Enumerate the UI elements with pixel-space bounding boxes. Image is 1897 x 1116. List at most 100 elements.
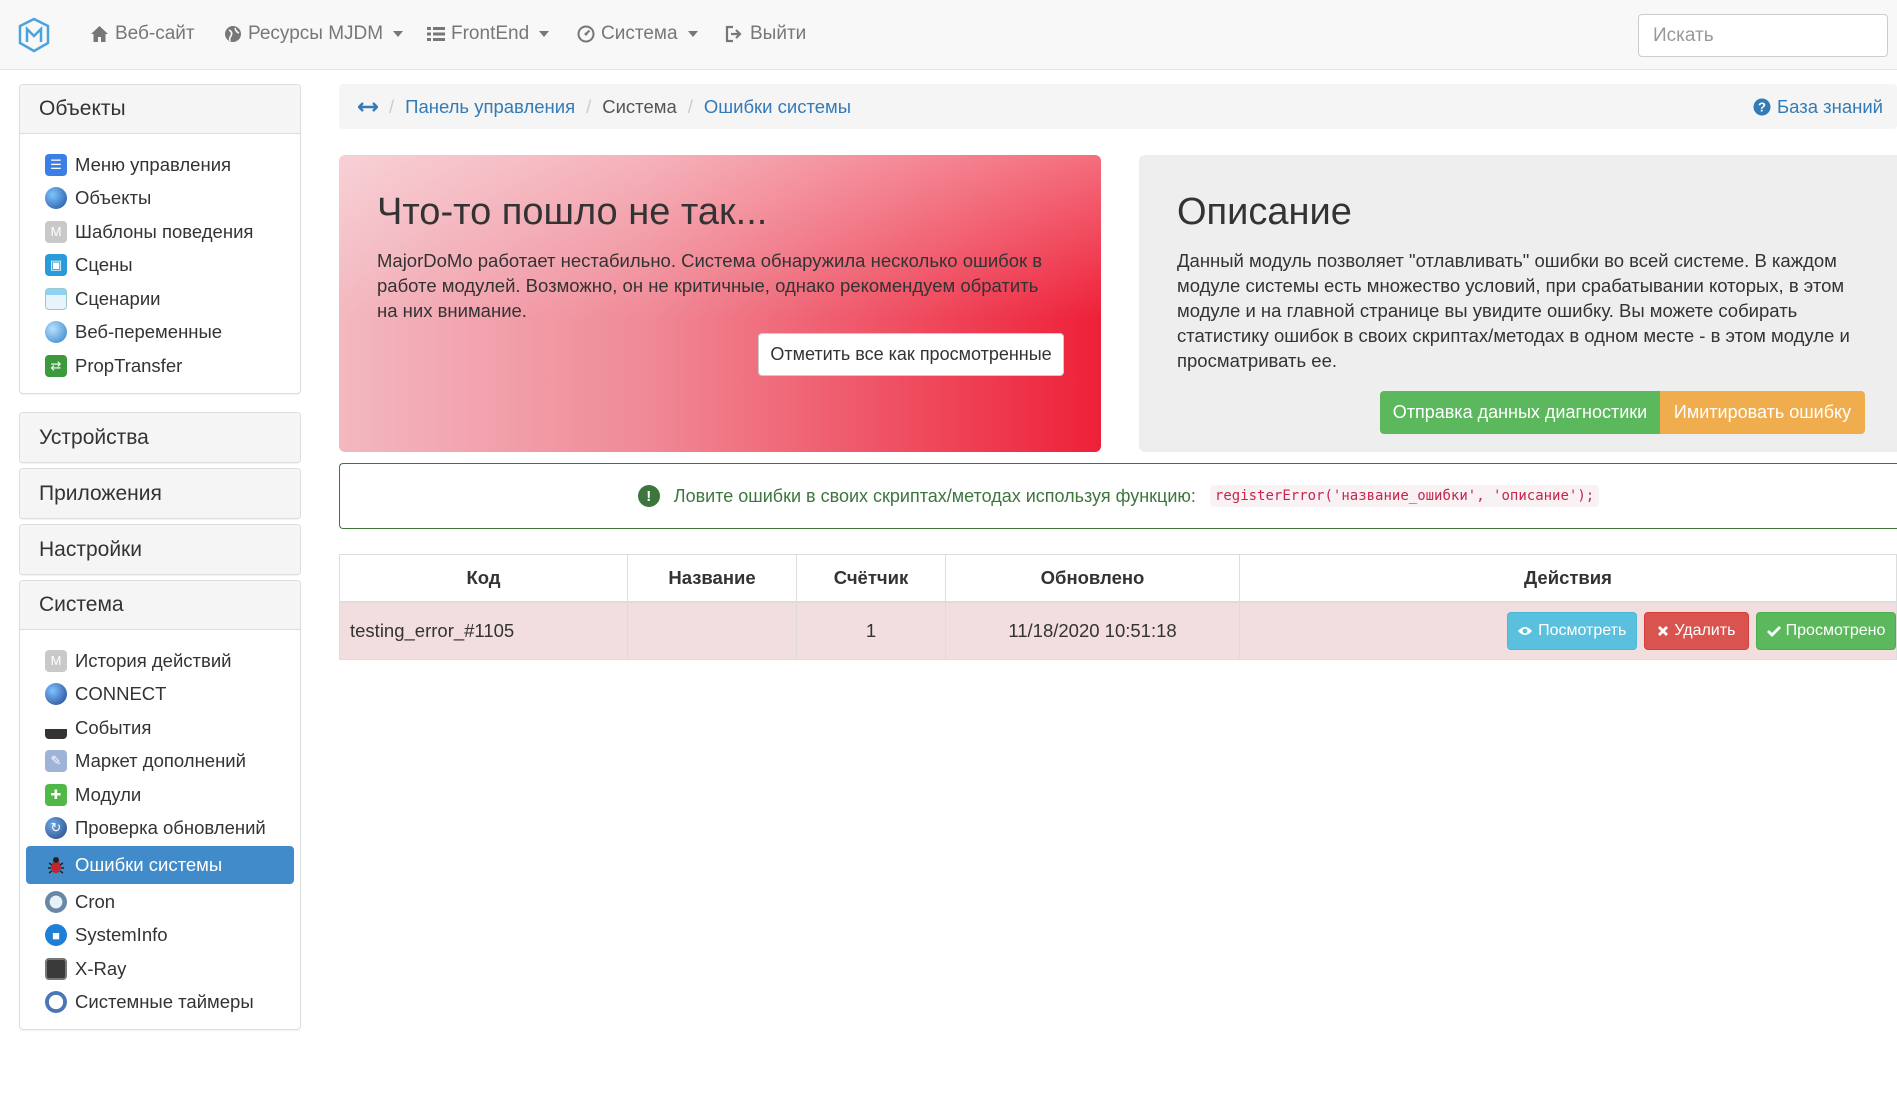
transfer-icon: ⇄ xyxy=(45,354,67,377)
scenes-icon: ▣ xyxy=(45,254,67,277)
sidebar-item-label: Системные таймеры xyxy=(75,991,254,1013)
simulate-error-button[interactable]: Имитировать ошибку xyxy=(1660,391,1865,434)
nav-resources[interactable]: Ресурсы MJDM xyxy=(224,21,404,47)
sidebar-item-scenarios[interactable]: Сценарии xyxy=(26,282,294,316)
sidebar-item-label: Веб-переменные xyxy=(75,321,223,343)
sidebar-item-update-check[interactable]: ↻ Проверка обновлений xyxy=(26,812,294,846)
error-title: Что-то пошло не так... xyxy=(377,191,768,233)
knowledge-base-label: База знаний xyxy=(1776,96,1883,117)
column-header-updated: Обновлено xyxy=(945,554,1240,603)
sidebar-item-systeminfo[interactable]: ■ SystemInfo xyxy=(26,919,294,953)
chevron-down-icon xyxy=(539,31,550,37)
mark-all-seen-button[interactable]: Отметить все как просмотренные xyxy=(758,333,1064,376)
nav-website-label: Веб-сайт xyxy=(115,23,195,44)
sidebar-item-label: Cron xyxy=(75,890,116,912)
knowledge-base-link[interactable]: ? База знаний xyxy=(1753,96,1883,118)
majordomo-logo-icon[interactable] xyxy=(18,17,50,53)
nav-resources-label: Ресурсы MJDM xyxy=(248,23,384,44)
list-icon xyxy=(427,27,445,41)
sidebar-item-label: CONNECT xyxy=(75,683,167,705)
delete-button[interactable]: Удалить xyxy=(1643,611,1749,650)
sidebar-item-proptransfer[interactable]: ⇄ PropTransfer xyxy=(26,349,294,383)
table-row: testing_error_#1105 1 11/18/2020 10:51:1… xyxy=(339,601,1897,660)
sidebar-item-addons-market[interactable]: ✎ Маркет дополнений xyxy=(26,745,294,779)
majordomo-module-icon: M xyxy=(45,649,67,672)
breadcrumb: / Панель управления / Система / Ошибки с… xyxy=(339,84,1897,129)
sidebar-panel-objects: Объекты ☰ Меню управления Объекты M Шабл… xyxy=(19,84,301,394)
sidebar-panel-settings: Настройки xyxy=(19,524,301,575)
update-icon: ↻ xyxy=(45,817,67,840)
column-header-actions: Действия xyxy=(1239,554,1897,603)
sidebar-heading-apps[interactable]: Приложения xyxy=(20,469,300,518)
delete-button-label: Удалить xyxy=(1674,621,1736,639)
sidebar-heading-settings[interactable]: Настройки xyxy=(20,525,300,574)
sidebar-system-list: M История действий CONNECT События ✎ Мар… xyxy=(20,630,300,1029)
sidebar-item-events[interactable]: События xyxy=(26,711,294,745)
error-text: MajorDoMo работает нестабильно. Система … xyxy=(377,250,1043,321)
sidebar-item-label: Меню управления xyxy=(75,153,232,175)
sidebar-item-web-variables[interactable]: Веб-переменные xyxy=(26,316,294,350)
nav-logout[interactable]: Выйти xyxy=(725,21,806,47)
sidebar-item-modules[interactable]: ✚ Модули xyxy=(26,778,294,812)
nav-frontend[interactable]: FrontEnd xyxy=(427,21,550,47)
column-header-counter: Счётчик xyxy=(796,554,946,603)
sidebar-item-connect[interactable]: CONNECT xyxy=(26,678,294,712)
sidebar-item-label: История действий xyxy=(75,649,232,671)
breadcrumb-control-panel[interactable]: Панель управления xyxy=(405,96,575,118)
arrows-horizontal-icon[interactable] xyxy=(358,101,378,113)
sidebar-item-label: Сценарии xyxy=(75,287,161,309)
sidebar-objects-list: ☰ Меню управления Объекты M Шаблоны пове… xyxy=(20,134,300,393)
sidebar-item-system-errors[interactable]: Ошибки системы xyxy=(26,846,294,884)
sidebar-item-xray[interactable]: X-Ray xyxy=(26,952,294,986)
cell-code: testing_error_#1105 xyxy=(339,601,628,660)
cell-name xyxy=(627,601,797,660)
sidebar-item-behavior-templates[interactable]: M Шаблоны поведения xyxy=(26,215,294,249)
description-title: Описание xyxy=(1177,191,1352,233)
mark-seen-button[interactable]: Просмотрено xyxy=(1756,611,1896,650)
monitor-icon xyxy=(45,957,67,980)
cell-actions: Посмотреть Удалить Просмотрено xyxy=(1239,601,1897,660)
sidebar-item-system-timers[interactable]: Системные таймеры xyxy=(26,986,294,1020)
sidebar-item-objects[interactable]: Объекты xyxy=(26,182,294,216)
sidebar-item-label: SystemInfo xyxy=(75,924,168,946)
sidebar-item-label: События xyxy=(75,716,152,738)
sidebar-heading-objects[interactable]: Объекты xyxy=(20,85,300,134)
globe-icon xyxy=(45,683,67,706)
sidebar-heading-devices[interactable]: Устройства xyxy=(20,413,300,462)
sidebar-heading-system[interactable]: Система xyxy=(20,581,300,630)
chevron-down-icon xyxy=(687,31,698,37)
home-icon xyxy=(91,26,108,42)
send-diagnostics-button[interactable]: Отправка данных диагностики xyxy=(1380,391,1660,434)
view-button[interactable]: Посмотреть xyxy=(1506,611,1637,650)
sidebar-item-label: X-Ray xyxy=(75,957,127,979)
nav-system[interactable]: Система xyxy=(577,21,698,47)
view-button-label: Посмотреть xyxy=(1538,621,1627,639)
table-header-row: Код Название Счётчик Обновлено Действия xyxy=(339,554,1897,603)
web-globe-icon xyxy=(45,321,67,344)
svg-text:?: ? xyxy=(1758,100,1766,115)
sidebar-item-label: Шаблоны поведения xyxy=(75,220,254,242)
top-navbar: Веб-сайт Ресурсы MJDM FrontEnd Система В… xyxy=(0,0,1897,70)
search-input[interactable] xyxy=(1638,14,1888,57)
sidebar-item-control-menu[interactable]: ☰ Меню управления xyxy=(26,148,294,182)
bug-icon xyxy=(45,854,67,876)
column-header-name: Название xyxy=(627,554,797,603)
sidebar-item-label: Проверка обновлений xyxy=(75,817,266,839)
sidebar-item-label: Объекты xyxy=(75,187,152,209)
sidebar-item-cron[interactable]: Cron xyxy=(26,885,294,919)
errors-table: Код Название Счётчик Обновлено Действия … xyxy=(339,554,1897,660)
nav-website[interactable]: Веб-сайт xyxy=(90,21,195,47)
logout-icon xyxy=(725,25,742,43)
globe-icon xyxy=(225,26,241,42)
sidebar-item-scenes[interactable]: ▣ Сцены xyxy=(26,249,294,283)
sidebar-item-action-history[interactable]: M История действий xyxy=(26,644,294,678)
breadcrumb-separator: / xyxy=(389,95,395,117)
sidebar-panel-devices: Устройства xyxy=(19,412,301,463)
check-icon xyxy=(1766,625,1781,637)
laptop-icon xyxy=(45,716,67,739)
question-circle-icon: ? xyxy=(1753,98,1771,116)
error-jumbotron: Что-то пошло не так... MajorDoMo работае… xyxy=(339,155,1101,452)
nav-logout-label: Выйти xyxy=(750,23,807,44)
alert-text: Ловите ошибки в своих скриптах/методах и… xyxy=(673,485,1196,506)
breadcrumb-system-errors[interactable]: Ошибки системы xyxy=(704,96,851,118)
